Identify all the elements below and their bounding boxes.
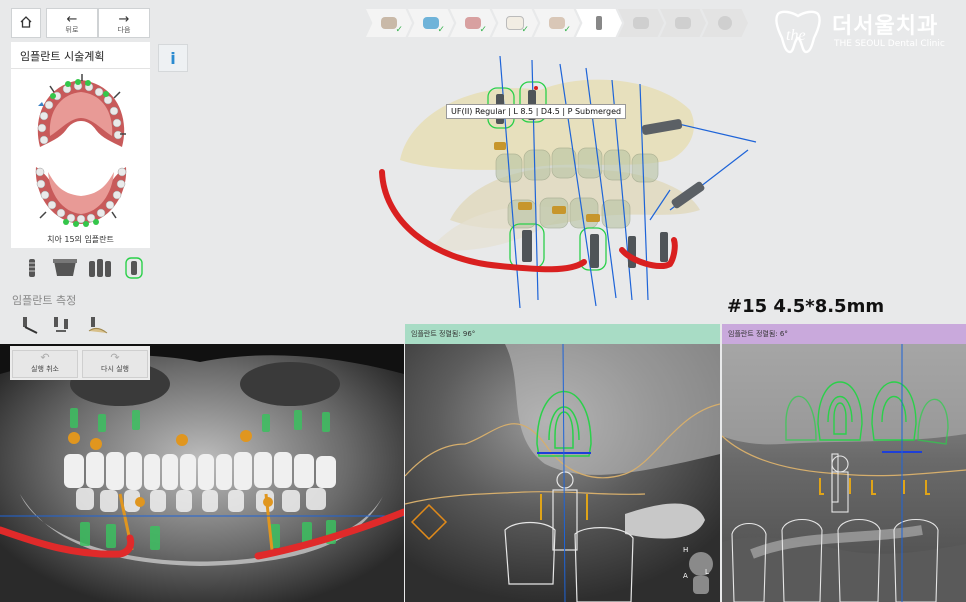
cross-section-view[interactable]: H L A <box>405 344 720 602</box>
cross-section-title: 임플란트 정렬됨: 96° <box>411 330 476 338</box>
measure-label: 임플란트 측정 <box>12 294 77 307</box>
undo-button[interactable]: ↶ 실행 취소 <box>12 350 78 378</box>
check-icon: ✓ <box>563 25 571 35</box>
sagittal-view[interactable] <box>722 344 966 602</box>
info-icon: i <box>170 48 176 68</box>
sagittal-image <box>722 344 966 602</box>
measure-distance-icon <box>54 317 68 332</box>
abutment-cap-icon <box>53 259 77 276</box>
panoramic-image <box>0 344 404 602</box>
redo-label: 다시 실행 <box>101 365 129 373</box>
implant-type-fixture[interactable] <box>20 256 44 280</box>
home-icon <box>19 15 33 32</box>
cross-section-header: 임플란트 정렬됨: 96° <box>405 324 720 344</box>
implant-icon <box>596 16 602 30</box>
next-label: 다음 <box>117 25 131 34</box>
step-guide[interactable] <box>660 9 706 37</box>
implant-type-selected[interactable] <box>122 256 146 280</box>
step-scan-merge[interactable]: ✓ <box>408 9 454 37</box>
3d-viewer[interactable] <box>370 50 770 320</box>
step-crown[interactable]: ✓ <box>492 9 538 37</box>
arrow-left-icon: ← <box>66 11 78 27</box>
back-label: 뒤로 <box>65 25 79 34</box>
cross-section-image <box>405 344 720 602</box>
measure-angle-icon <box>23 317 38 334</box>
guide-icon <box>675 17 691 29</box>
panoramic-view[interactable] <box>0 344 404 602</box>
implant-tooltip: UF(II) Regular | L 8.5 | D4.5 | P Submer… <box>446 104 627 119</box>
step-nerve[interactable]: ✓ <box>534 9 580 37</box>
clinic-logo-icon: the <box>775 10 821 54</box>
panel-title: 임플란트 시술계획 <box>20 50 105 63</box>
check-icon: ✓ <box>395 25 403 35</box>
undo-label: 실행 취소 <box>31 365 59 373</box>
check-icon: ✓ <box>479 25 487 35</box>
sagittal-title: 임플란트 정렬됨: 6° <box>728 330 788 338</box>
arch-preview[interactable] <box>26 72 136 232</box>
measure-tool-1[interactable] <box>18 314 42 338</box>
home-button[interactable] <box>11 8 41 38</box>
svg-text:the: the <box>786 27 806 44</box>
multi-implant-icon <box>89 259 111 277</box>
info-button[interactable]: i <box>158 44 188 72</box>
clinic-subtitle: THE SEOUL Dental Clinic <box>834 39 945 49</box>
measure-tool-3[interactable] <box>86 314 110 338</box>
orient-a: A <box>683 572 688 580</box>
export-icon <box>718 16 732 30</box>
implant-type-abutment[interactable] <box>50 256 80 280</box>
workflow-steps: ✓ ✓ ✓ ✓ ✓ <box>366 9 752 37</box>
sagittal-header: 임플란트 정렬됨: 6° <box>722 324 966 344</box>
arrow-right-icon: → <box>118 11 130 27</box>
abutment-icon <box>633 17 649 29</box>
step-export[interactable] <box>702 9 748 37</box>
back-button[interactable]: ← 뒤로 <box>46 8 98 38</box>
redo-button[interactable]: ↷ 다시 실행 <box>82 350 148 378</box>
step-implant[interactable] <box>576 9 622 37</box>
clinic-name: 더서울치과 <box>832 14 939 39</box>
check-icon: ✓ <box>437 25 445 35</box>
selected-implant-icon <box>125 257 143 279</box>
step-tooth-select[interactable]: ✓ <box>450 9 496 37</box>
fixture-icon <box>29 259 35 277</box>
implant-size-label: #15 4.5*8.5mm <box>727 296 885 317</box>
step-scan[interactable]: ✓ <box>366 9 412 37</box>
redo-icon: ↷ <box>110 351 120 364</box>
orient-l: L <box>705 568 709 576</box>
undo-icon: ↶ <box>40 351 50 364</box>
step-abutment[interactable] <box>618 9 664 37</box>
measure-tool-2[interactable] <box>50 314 74 338</box>
next-button[interactable]: → 다음 <box>98 8 150 38</box>
measure-bone-icon <box>88 317 108 334</box>
orient-h: H <box>683 546 689 554</box>
check-icon: ✓ <box>521 25 529 35</box>
implant-caption: 치아 15의 임플란트 <box>47 235 114 244</box>
implant-type-multi[interactable] <box>86 256 114 280</box>
